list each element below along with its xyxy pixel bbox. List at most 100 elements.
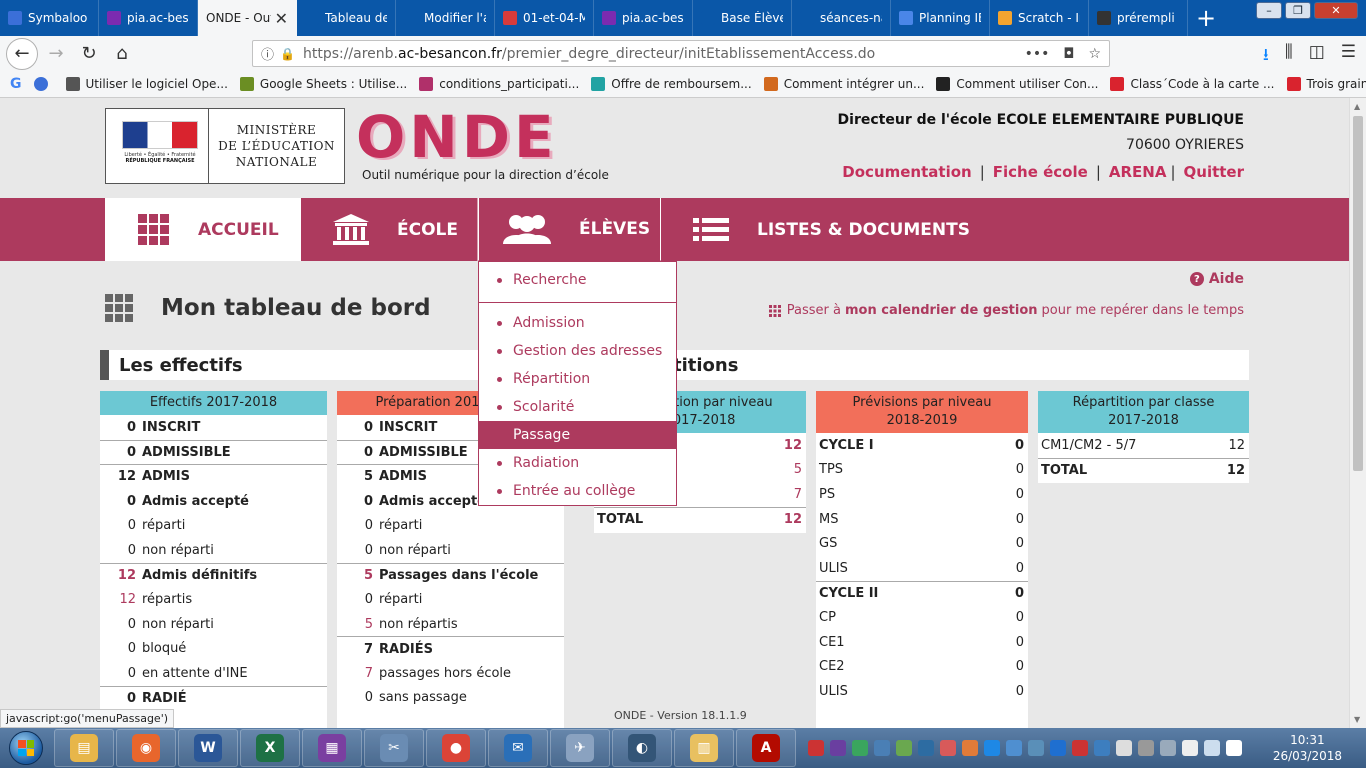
tray-network-icon[interactable]: [896, 740, 912, 756]
tray-tools-icon[interactable]: [1072, 740, 1088, 756]
browser-tab[interactable]: Symbaloo: [0, 0, 99, 36]
taskbar-app-photo[interactable]: ▦: [302, 729, 362, 767]
page-scrollbar[interactable]: ▲ ▼: [1349, 98, 1366, 728]
globe-icon[interactable]: [33, 77, 54, 91]
dropdown-item[interactable]: Gestion des adresses: [479, 337, 676, 365]
minimize-button[interactable]: –: [1256, 2, 1282, 19]
dropdown-item-recherche[interactable]: Recherche: [479, 262, 676, 298]
browser-tab[interactable]: séances-nageu: [792, 0, 891, 36]
scroll-up-icon[interactable]: ▲: [1354, 102, 1360, 111]
fiche-ecole-link[interactable]: Fiche école: [993, 163, 1088, 181]
browser-tab[interactable]: ONDE - Outi ✕: [198, 0, 297, 36]
back-button[interactable]: ←: [6, 37, 38, 70]
url-bar[interactable]: ⓘ 🔒 https://arenb.ac-besancon.fr/premier…: [252, 40, 1110, 67]
taskbar-app-explorer[interactable]: ▤: [54, 729, 114, 767]
forward-button[interactable]: →: [41, 39, 71, 69]
lock-icon[interactable]: 🔒: [280, 47, 295, 61]
browser-tab[interactable]: Tableau de bor: [297, 0, 396, 36]
browser-tab[interactable]: Modifier l'artic: [396, 0, 495, 36]
taskbar-app-mail[interactable]: ✈: [550, 729, 610, 767]
tray-link-icon[interactable]: [852, 740, 868, 756]
calendar-link-text[interactable]: mon calendrier de gestion: [845, 303, 1038, 318]
scrollbar-thumb[interactable]: [1353, 116, 1363, 471]
maximize-button[interactable]: ❐: [1285, 2, 1311, 19]
dropdown-item[interactable]: Passage: [479, 421, 676, 449]
taskbar-app-word[interactable]: W: [178, 729, 238, 767]
tray-eye-icon[interactable]: [1094, 740, 1110, 756]
bookmark-item[interactable]: Offre de remboursem...: [591, 77, 752, 91]
tray-screen-icon[interactable]: [1050, 740, 1066, 756]
taskbar-app-chrome[interactable]: ●: [426, 729, 486, 767]
aide-link[interactable]: ? Aide: [1189, 271, 1244, 287]
menu-ecole[interactable]: ÉCOLE: [301, 198, 478, 261]
tray-app-icon[interactable]: [830, 740, 846, 756]
taskbar-app-vpn[interactable]: ◐: [612, 729, 672, 767]
documentation-link[interactable]: Documentation: [842, 163, 971, 181]
menu-eleves[interactable]: ÉLÈVES: [478, 198, 661, 261]
url-text[interactable]: https://arenb.ac-besancon.fr/premier_deg…: [303, 46, 1025, 62]
bookmark-item[interactable]: Utiliser le logiciel Ope...: [65, 77, 228, 91]
library-icon[interactable]: ⫼: [1285, 42, 1293, 71]
browser-tab[interactable]: Base Élève - 1e: [693, 0, 792, 36]
taskbar-app-acrobat[interactable]: A: [736, 729, 796, 767]
bookmark-star-icon[interactable]: ☆: [1088, 46, 1101, 62]
menu-accueil[interactable]: ACCUEIL: [105, 198, 301, 261]
tray-sync-icon[interactable]: [918, 740, 934, 756]
start-button[interactable]: [0, 728, 52, 768]
dropdown-item[interactable]: Entrée au collège: [479, 477, 676, 505]
tray-tool-icon[interactable]: [874, 740, 890, 756]
tray-calendar-icon[interactable]: [940, 740, 956, 756]
taskbar-clock[interactable]: 10:31 26/03/2018: [1273, 732, 1342, 764]
taskbar-app-thunderbird[interactable]: ✉: [488, 729, 548, 767]
battery-icon[interactable]: [1226, 740, 1242, 756]
tray-close-icon[interactable]: [808, 740, 824, 756]
network-icon[interactable]: [1204, 740, 1220, 756]
browser-tab[interactable]: pia.ac-besa: [594, 0, 693, 36]
close-window-button[interactable]: ✕: [1314, 2, 1358, 19]
dropdown-item[interactable]: Répartition: [479, 365, 676, 393]
bookmark-item[interactable]: Trois grains vidéos po...: [1286, 77, 1366, 91]
arena-link[interactable]: ARENA: [1109, 163, 1167, 181]
onedrive-icon[interactable]: [1006, 740, 1022, 756]
browser-tab[interactable]: pia.ac-besa: [99, 0, 198, 36]
flag-tray-icon[interactable]: [1182, 740, 1198, 756]
info-icon[interactable]: ⓘ: [261, 44, 274, 63]
bookmark-item[interactable]: conditions_participati...: [419, 77, 579, 91]
bookmark-item[interactable]: Comment utiliser Con...: [936, 77, 1098, 91]
onde-logo[interactable]: ONDE Outil numérique pour la direction d…: [356, 106, 609, 186]
page-actions-icon[interactable]: •••: [1025, 46, 1050, 62]
home-button[interactable]: ⌂: [107, 39, 137, 69]
tab-close-icon[interactable]: ✕: [275, 9, 288, 28]
taskbar-app-firefox[interactable]: ◉: [116, 729, 176, 767]
bookmark-item[interactable]: Comment intégrer un...: [763, 77, 924, 91]
new-tab-button[interactable]: +: [1188, 0, 1224, 36]
tray-clipboard-icon[interactable]: [1116, 740, 1132, 756]
pocket-icon[interactable]: ◘: [1063, 46, 1074, 62]
volume-icon[interactable]: [1138, 740, 1154, 756]
menu-listes[interactable]: LISTES & DOCUMENTS: [661, 198, 981, 261]
scroll-down-icon[interactable]: ▼: [1354, 715, 1360, 724]
bluetooth-icon[interactable]: [1160, 740, 1176, 756]
bookmark-item[interactable]: Google Sheets : Utilise...: [239, 77, 407, 91]
google-icon[interactable]: G: [10, 76, 22, 92]
tray-monitor-icon[interactable]: [1028, 740, 1044, 756]
calendar-link[interactable]: Passer à mon calendrier de gestion pour …: [768, 303, 1244, 318]
dropdown-item[interactable]: Admission: [479, 309, 676, 337]
taskbar-app-folder[interactable]: ▥: [674, 729, 734, 767]
reload-button[interactable]: ↻: [74, 39, 104, 69]
sidebar-icon[interactable]: ◫: [1309, 42, 1325, 71]
taskbar-app-tool[interactable]: ✂: [364, 729, 424, 767]
tray-app2-icon[interactable]: [962, 740, 978, 756]
dropdown-item[interactable]: Radiation: [479, 449, 676, 477]
menu-icon[interactable]: ☰: [1341, 42, 1356, 71]
dropbox-icon[interactable]: [984, 740, 1000, 756]
browser-tab[interactable]: 01-et-04-M: [495, 0, 594, 36]
browser-tab[interactable]: Scratch - Ir: [990, 0, 1089, 36]
quitter-link[interactable]: Quitter: [1184, 163, 1244, 181]
taskbar-app-excel[interactable]: X: [240, 729, 300, 767]
browser-tab[interactable]: prérempli: [1089, 0, 1188, 36]
download-icon[interactable]: ⭳: [1263, 42, 1269, 71]
bookmark-item[interactable]: Class´Code à la carte ...: [1110, 77, 1275, 91]
dropdown-item[interactable]: Scolarité: [479, 393, 676, 421]
browser-tab[interactable]: Planning IE: [891, 0, 990, 36]
